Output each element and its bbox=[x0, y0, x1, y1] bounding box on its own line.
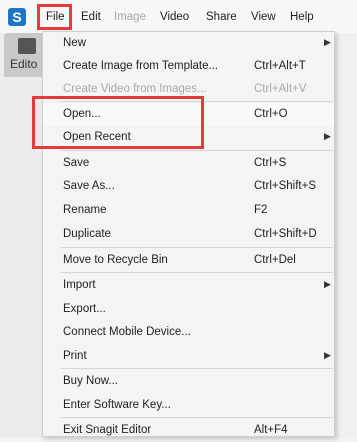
menu-separator bbox=[61, 150, 333, 151]
menu-item-label: Print bbox=[63, 350, 87, 362]
menu-item-import[interactable]: Import ▶ bbox=[43, 274, 334, 297]
edit-icon bbox=[18, 38, 36, 54]
menu-image[interactable]: Image bbox=[114, 9, 146, 25]
menu-help[interactable]: Help bbox=[290, 9, 314, 25]
menu-item-label: Enter Software Key... bbox=[63, 399, 171, 411]
menu-item-shortcut: Ctrl+S bbox=[254, 157, 287, 169]
menu-item-shortcut: Ctrl+Del bbox=[254, 254, 296, 266]
submenu-arrow-icon: ▶ bbox=[324, 350, 331, 360]
menu-item-save-as[interactable]: Save As... Ctrl+Shift+S bbox=[43, 175, 334, 198]
menu-item-label: Connect Mobile Device... bbox=[63, 326, 191, 338]
menu-item-shortcut: F2 bbox=[254, 204, 268, 216]
menu-item-rename[interactable]: Rename F2 bbox=[43, 199, 334, 222]
menu-item-buy-now[interactable]: Buy Now... bbox=[43, 370, 334, 393]
menu-item-enter-software-key[interactable]: Enter Software Key... bbox=[43, 394, 334, 417]
menu-view[interactable]: View bbox=[251, 9, 276, 25]
menu-item-save[interactable]: Save Ctrl+S bbox=[43, 152, 334, 175]
editor-tab-label: Edito bbox=[10, 57, 38, 71]
menu-item-label: Rename bbox=[63, 204, 107, 216]
open-items-highlight-box bbox=[32, 96, 204, 149]
menu-item-label: Move to Recycle Bin bbox=[63, 254, 168, 266]
menu-item-shortcut: Ctrl+Alt+T bbox=[254, 60, 306, 72]
menu-item-shortcut: Ctrl+O bbox=[254, 108, 288, 120]
submenu-arrow-icon: ▶ bbox=[324, 37, 331, 47]
menu-item-label: Import bbox=[63, 279, 96, 291]
menu-item-exit-snagit-editor[interactable]: Exit Snagit Editor Alt+F4 bbox=[43, 419, 334, 442]
menu-separator bbox=[61, 417, 333, 418]
menu-edit[interactable]: Edit bbox=[81, 9, 101, 25]
menu-item-new[interactable]: New ▶ bbox=[43, 32, 334, 55]
menu-item-move-to-recycle-bin[interactable]: Move to Recycle Bin Ctrl+Del bbox=[43, 249, 334, 272]
menu-item-label: Export... bbox=[63, 303, 106, 315]
menu-video[interactable]: Video bbox=[160, 9, 189, 25]
right-panel-strip bbox=[335, 33, 357, 437]
file-menu-highlight-box bbox=[37, 4, 72, 30]
menu-item-label: Save As... bbox=[63, 180, 115, 192]
menu-item-shortcut: Ctrl+Shift+D bbox=[254, 228, 317, 240]
menu-item-connect-mobile-device[interactable]: Connect Mobile Device... bbox=[43, 321, 334, 344]
menu-item-label: Buy Now... bbox=[63, 375, 118, 387]
snagit-logo-icon: S bbox=[8, 8, 26, 26]
menu-item-label: New bbox=[63, 37, 87, 49]
menu-item-print[interactable]: Print ▶ bbox=[43, 345, 334, 368]
menu-item-export[interactable]: Export... bbox=[43, 298, 334, 321]
submenu-arrow-icon: ▶ bbox=[324, 279, 331, 289]
menu-item-create-image-from-template[interactable]: Create Image from Template... Ctrl+Alt+T bbox=[43, 55, 334, 78]
menu-separator bbox=[61, 368, 333, 369]
submenu-arrow-icon: ▶ bbox=[324, 131, 331, 141]
menu-item-shortcut: Ctrl+Shift+S bbox=[254, 180, 316, 192]
file-menu-dropdown: New ▶ Create Image from Template... Ctrl… bbox=[42, 31, 335, 437]
menu-share[interactable]: Share bbox=[206, 9, 237, 25]
menu-separator bbox=[61, 272, 333, 273]
menu-item-label: Create Image from Template... bbox=[63, 60, 219, 72]
menu-item-label: Create Video from Images... bbox=[63, 83, 207, 95]
menu-item-label: Exit Snagit Editor bbox=[63, 424, 152, 436]
menu-item-label: Save bbox=[63, 157, 90, 169]
menu-item-shortcut: Ctrl+Alt+V bbox=[254, 83, 307, 95]
menu-item-shortcut: Alt+F4 bbox=[254, 424, 288, 436]
menu-item-label: Duplicate bbox=[63, 228, 111, 240]
left-toolbar bbox=[0, 33, 42, 437]
menu-separator bbox=[61, 247, 333, 248]
menu-item-duplicate[interactable]: Duplicate Ctrl+Shift+D bbox=[43, 223, 334, 246]
